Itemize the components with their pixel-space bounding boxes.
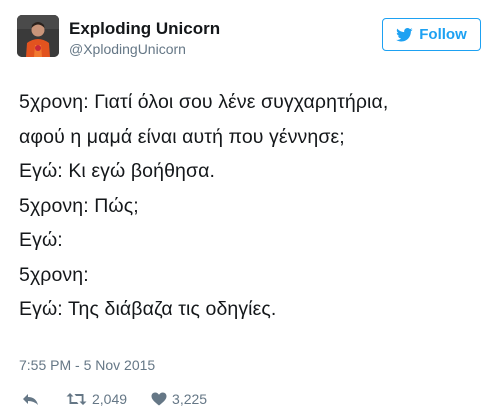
tweet-line: αφού η μαμά είναι αυτή που γέννησε; bbox=[19, 125, 345, 148]
retweet-icon bbox=[66, 393, 87, 405]
tweet-line: 5χρονη: Γιατί όλοι σου λένε συγχαρητήρια… bbox=[19, 91, 389, 113]
user-handle[interactable]: @XplodingUnicorn bbox=[69, 41, 186, 57]
retweet-count: 2,049 bbox=[92, 391, 128, 407]
tweet-line: 5χρονη: Πώς; bbox=[19, 194, 139, 217]
follow-label: Follow bbox=[419, 26, 467, 43]
bird-icon bbox=[396, 27, 413, 41]
tweet-line: 5χρονη: bbox=[19, 263, 89, 286]
action-bar: 2,049 3,225 bbox=[22, 389, 207, 409]
heart-icon bbox=[151, 392, 167, 406]
reply-icon bbox=[23, 393, 38, 405]
follow-button[interactable]: Follow bbox=[382, 18, 481, 51]
like-button[interactable]: 3,225 bbox=[151, 391, 207, 407]
tweet-timestamp[interactable]: 7:55 PM - 5 Nov 2015 bbox=[19, 357, 155, 373]
tweet-text: 5χρονη: Γιατί όλοι σου λένε συγχαρητήρια… bbox=[19, 85, 489, 327]
tweet-line: Εγώ: Κι εγώ βοήθησα. bbox=[19, 160, 215, 182]
tweet-line: Εγώ: Της διάβαζα τις οδηγίες. bbox=[19, 298, 277, 320]
tweet-line: Εγώ: bbox=[19, 229, 63, 251]
avatar-image bbox=[17, 15, 59, 57]
reply-button[interactable] bbox=[22, 393, 39, 406]
user-name[interactable]: Exploding Unicorn bbox=[69, 19, 220, 39]
avatar[interactable] bbox=[17, 15, 59, 57]
like-count: 3,225 bbox=[172, 391, 208, 407]
retweet-button[interactable]: 2,049 bbox=[66, 391, 127, 407]
